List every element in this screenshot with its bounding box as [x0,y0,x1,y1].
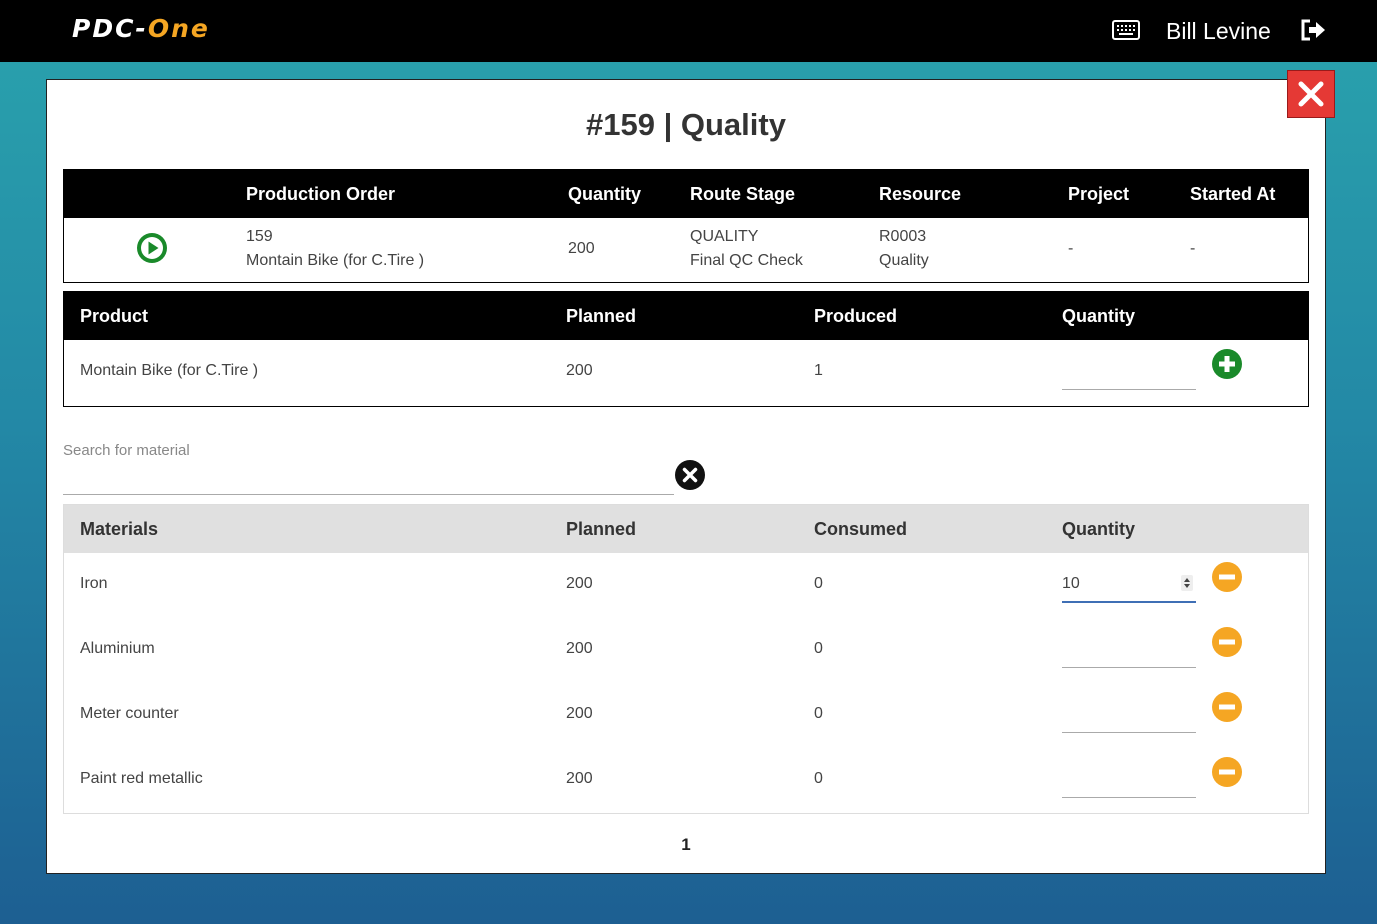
keyboard-icon[interactable] [1112,20,1140,40]
pagination-current-page[interactable]: 1 [47,835,1325,855]
col-product: Product [80,306,149,326]
order-number: 159 [246,228,273,245]
material-consumed: 0 [814,575,823,592]
col-materials: Materials [80,519,159,539]
close-button[interactable] [1287,70,1335,118]
order-product: Montain Bike (for C.Tire ) [246,252,425,269]
table-row: Iron 200 0 [64,553,1308,618]
table-row: Paint red metallic 200 0 [64,748,1308,813]
minus-circle-icon[interactable] [1211,561,1243,593]
col-consumed: Consumed [814,519,908,539]
col-mat-planned: Planned [566,519,637,539]
production-order-row: 159 Montain Bike (for C.Tire ) 200 QUALI… [64,218,1308,282]
col-mat-quantity: Quantity [1062,519,1136,539]
table-row: Aluminium 200 0 [64,618,1308,683]
table-row: Meter counter 200 0 [64,683,1308,748]
quality-modal: #159 | Quality Production Order Quantity… [46,79,1326,874]
resource-code: R0003 [879,228,927,245]
resource-name: Quality [879,252,929,269]
product-planned: 200 [566,362,593,379]
material-consumed: 0 [814,705,823,722]
route-stage: QUALITY [690,228,759,245]
minus-circle-icon[interactable] [1211,626,1243,658]
col-started-at: Started At [1190,184,1276,204]
material-quantity-input[interactable] [1062,567,1196,603]
order-quantity: 200 [568,240,595,257]
material-consumed: 0 [814,640,823,657]
product-produced: 1 [814,362,823,379]
clear-search-icon[interactable] [674,459,706,491]
user-name[interactable]: Bill Levine [1166,17,1271,45]
started-at-value: - [1190,240,1196,257]
product-quantity-input[interactable] [1062,354,1196,390]
project-value: - [1068,240,1074,257]
product-table-header: Product Planned Produced Quantity [64,292,1308,340]
col-produced: Produced [814,306,898,326]
material-name: Iron [80,575,108,592]
app-logo: PDC-One [72,15,210,43]
material-planned: 200 [566,640,593,657]
page-title: #159 | Quality [586,107,786,142]
product-row: Montain Bike (for C.Tire ) 200 1 [64,340,1308,406]
material-name: Meter counter [80,705,179,722]
col-product-quantity: Quantity [1062,306,1136,326]
col-quantity: Quantity [568,184,642,204]
logo-part-2: One [147,14,210,43]
product-table: Product Planned Produced Quantity Montai… [63,291,1309,407]
col-production-order: Production Order [246,184,396,204]
search-label: Search for material [63,442,190,459]
material-quantity-input[interactable] [1062,697,1196,733]
material-planned: 200 [566,770,593,787]
search-input[interactable] [63,465,674,495]
material-name: Aluminium [80,640,155,657]
material-quantity-input[interactable] [1062,762,1196,798]
material-planned: 200 [566,575,593,592]
material-quantity-input[interactable] [1062,632,1196,668]
close-icon [1298,81,1324,107]
play-icon[interactable] [136,232,168,264]
materials-table-header: Materials Planned Consumed Quantity [64,505,1308,553]
col-route-stage: Route Stage [690,184,796,204]
production-order-table: Production Order Quantity Route Stage Re… [63,169,1309,283]
material-consumed: 0 [814,770,823,787]
material-name: Paint red metallic [80,770,203,787]
logo-part-1: PDC- [72,14,148,43]
plus-circle-icon[interactable] [1211,348,1243,380]
number-spinner-icon[interactable] [1181,575,1193,591]
minus-circle-icon[interactable] [1211,756,1243,788]
materials-table: Materials Planned Consumed Quantity Iron… [63,504,1309,814]
minus-circle-icon[interactable] [1211,691,1243,723]
production-order-header: Production Order Quantity Route Stage Re… [64,170,1308,218]
col-project: Project [1068,184,1130,204]
logout-icon[interactable] [1300,18,1328,42]
col-planned: Planned [566,306,637,326]
col-resource: Resource [879,184,962,204]
product-name: Montain Bike (for C.Tire ) [80,362,259,379]
top-bar: PDC-One Bill Levine [0,0,1377,62]
route-stage-detail: Final QC Check [690,252,803,269]
material-planned: 200 [566,705,593,722]
